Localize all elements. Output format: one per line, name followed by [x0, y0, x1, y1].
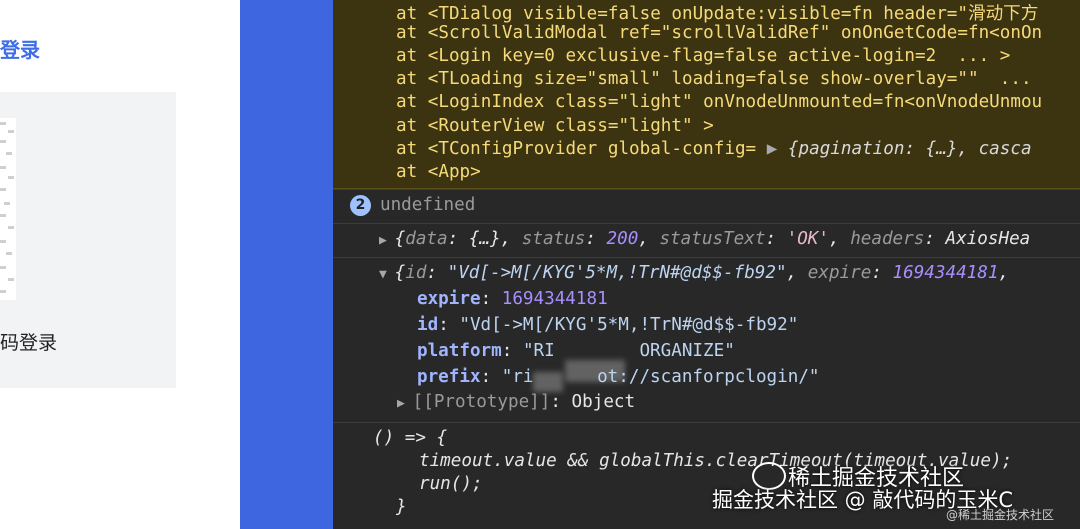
fn-line: run(); [419, 474, 483, 494]
login-title[interactable]: 登录 [0, 34, 40, 63]
qr-code [0, 118, 16, 300]
prop-expire: expire: 1694344181 [417, 289, 608, 309]
object-header[interactable]: ▼ {id: "Vd[->M[/KYG'5*M,!TrN#@d$$-fb92",… [379, 263, 1020, 283]
config-preview[interactable]: {pagination: {…}, casca [788, 139, 1032, 159]
prop-platform: platform: "RI ORGANIZE" [417, 341, 735, 361]
prototype-row[interactable]: ▶ [[Prototype]]: Object [397, 392, 635, 412]
collapse-arrow-icon[interactable]: ▼ [379, 267, 395, 282]
sidebar-blue-strip [240, 0, 333, 529]
qr-login-panel: 码登录 [0, 92, 176, 388]
stack-line: at <TLoading size="small" loading=false … [396, 69, 1032, 89]
stack-line: at <RouterView class="light" > [396, 116, 714, 136]
stack-line-text: at <TConfigProvider global-config= [396, 139, 767, 159]
stack-line: at <App> [396, 162, 481, 182]
prop-id: id: "Vd[->M[/KYG'5*M,!TrN#@d$$-fb92" [417, 315, 799, 335]
undefined-value: undefined [380, 195, 476, 215]
stack-line: at <ScrollValidModal ref="scrollValidRef… [396, 23, 1043, 43]
stack-line: at <LoginIndex class="light" onVnodeUnmo… [396, 92, 1043, 112]
response-summary[interactable]: ▶ {data: {…}, status: 200, statusText: '… [379, 229, 1030, 249]
stack-line-config: at <TConfigProvider global-config= ▶ {pa… [396, 139, 1032, 159]
stack-line: at <TDialog visible=false onUpdate:visib… [396, 4, 1039, 24]
vue-warning-stack: at <TDialog visible=false onUpdate:visib… [333, 0, 1080, 189]
expand-arrow-icon[interactable]: ▶ [397, 396, 413, 411]
prop-prefix: prefix: "ri ot://scanforpclogin/" [417, 367, 820, 387]
stack-line: at <Login key=0 exclusive-flag=false act… [396, 46, 1011, 66]
redaction-blur [533, 372, 563, 392]
log-row-undefined: 2 undefined [333, 189, 1080, 224]
expand-arrow-icon[interactable]: ▶ [767, 139, 788, 159]
login-page-panel: 登录 码登录 [0, 0, 240, 529]
repeat-count-badge: 2 [350, 195, 371, 216]
scan-login-label: 码登录 [0, 332, 58, 354]
log-row-object: ▼ {id: "Vd[->M[/KYG'5*M,!TrN#@d$$-fb92",… [333, 257, 1080, 423]
expand-arrow-icon[interactable]: ▶ [379, 233, 395, 248]
watermark-small: @稀土掘金技术社区 [946, 508, 1055, 522]
log-row-response[interactable]: ▶ {data: {…}, status: 200, statusText: '… [333, 223, 1080, 258]
fn-line: () => { [373, 428, 448, 448]
devtools-console: at <TDialog visible=false onUpdate:visib… [333, 0, 1080, 529]
fn-line: } [396, 497, 407, 517]
